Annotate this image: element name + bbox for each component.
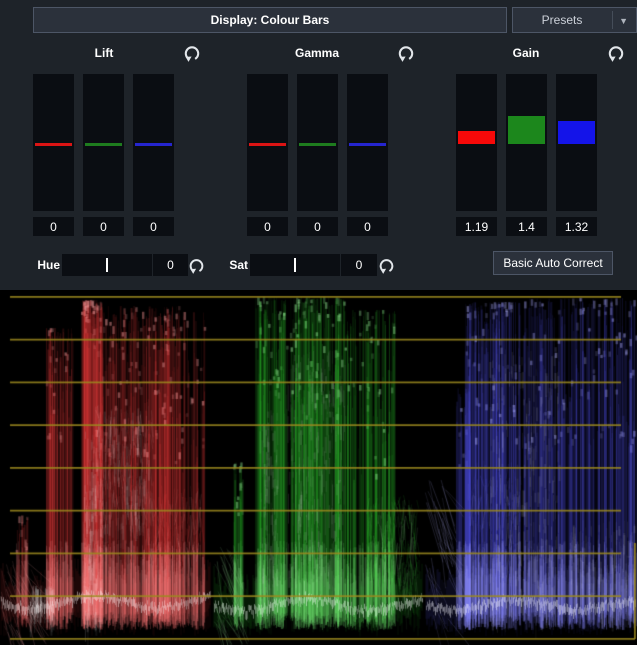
lift-blue-value[interactable]: 0 [133,217,174,236]
gamma-red-slider[interactable] [247,74,288,211]
waveform-canvas [0,290,637,645]
gain-reset-button[interactable] [607,44,625,62]
presets-label: Presets [542,13,583,27]
sat-label: Sat [218,258,248,272]
gain-green-slider[interactable] [506,74,547,211]
lift-green-value[interactable]: 0 [83,217,124,236]
slider-handle[interactable] [508,116,545,144]
slider-handle[interactable] [35,143,72,146]
gamma-red-value[interactable]: 0 [247,217,288,236]
reset-icon [397,44,415,62]
rgb-parade-waveform-scope [0,290,637,645]
sat-slider-marker[interactable] [294,258,296,272]
basic-auto-correct-button[interactable]: Basic Auto Correct [493,251,613,275]
lift-red-value[interactable]: 0 [33,217,74,236]
lift-section-label: Lift [54,46,154,60]
hue-slider[interactable] [62,254,152,276]
gamma-green-slider[interactable] [297,74,338,211]
gamma-green-value[interactable]: 0 [297,217,338,236]
sat-reset-button[interactable] [378,256,396,274]
hue-value[interactable]: 0 [153,254,188,276]
reset-icon [188,257,205,274]
hue-label: Hue [30,258,60,272]
slider-handle[interactable] [458,131,495,144]
colour-correction-panel: Display: Colour Bars Presets ▼ Lift Gamm… [0,0,637,645]
gain-blue-value[interactable]: 1.32 [556,217,597,236]
gamma-blue-value[interactable]: 0 [347,217,388,236]
slider-handle[interactable] [558,121,595,144]
gain-section-label: Gain [476,46,576,60]
slider-handle[interactable] [249,143,286,146]
slider-handle[interactable] [85,143,122,146]
gamma-reset-button[interactable] [397,44,415,62]
gain-blue-slider[interactable] [556,74,597,211]
lift-blue-slider[interactable] [133,74,174,211]
hue-slider-marker[interactable] [106,258,108,272]
gain-red-slider[interactable] [456,74,497,211]
gamma-section-label: Gamma [267,46,367,60]
lift-red-slider[interactable] [33,74,74,211]
slider-handle[interactable] [299,143,336,146]
reset-icon [607,44,625,62]
display-mode-button[interactable]: Display: Colour Bars [33,7,507,33]
gamma-blue-slider[interactable] [347,74,388,211]
gain-red-value[interactable]: 1.19 [456,217,497,236]
sat-slider[interactable] [250,254,340,276]
lift-reset-button[interactable] [183,44,201,62]
slider-handle[interactable] [349,143,386,146]
chevron-down-icon: ▼ [619,16,628,26]
hue-reset-button[interactable] [188,256,206,274]
divider [612,11,613,29]
sat-value[interactable]: 0 [341,254,377,276]
reset-icon [183,44,201,62]
presets-dropdown[interactable]: Presets ▼ [512,7,637,33]
reset-icon [378,257,395,274]
lift-green-slider[interactable] [83,74,124,211]
gain-green-value[interactable]: 1.4 [506,217,547,236]
slider-handle[interactable] [135,143,172,146]
